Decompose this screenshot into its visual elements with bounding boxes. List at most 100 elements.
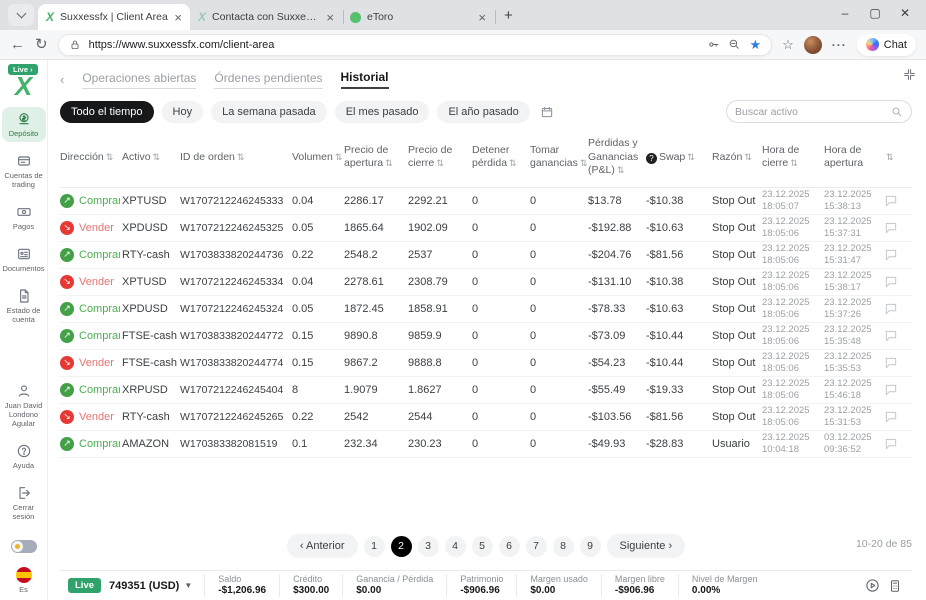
theme-toggle[interactable]: [11, 540, 37, 553]
column-header[interactable]: Pérdidas y Ganancias (P&L)⇅: [588, 137, 644, 178]
filter-pill[interactable]: El año pasado: [437, 101, 529, 123]
row-comment-button[interactable]: [884, 383, 912, 397]
password-key-icon[interactable]: [707, 38, 720, 51]
table-row[interactable]: Vender XPDUSD W1707212246245325 0.05 186…: [60, 215, 912, 242]
page-button[interactable]: 2: [391, 536, 412, 557]
browser-tab-contact[interactable]: X Contacta con SuxxessFX ×: [190, 4, 342, 30]
lock-icon[interactable]: [69, 39, 81, 51]
sidebar-item-deposito[interactable]: Depósito: [2, 107, 46, 142]
language-label[interactable]: Es: [19, 585, 28, 594]
play-circle-icon[interactable]: [865, 578, 880, 593]
sidebar-item-documentos[interactable]: Documentos: [2, 242, 46, 277]
sidebar-item-cerrar-sesion[interactable]: Cerrar sesión: [2, 481, 46, 525]
column-header[interactable]: ⇅: [884, 151, 912, 165]
filter-pill[interactable]: El mes pasado: [335, 101, 430, 123]
tab-operaciones-abiertas[interactable]: Operaciones abiertas: [82, 71, 196, 89]
back-button[interactable]: ←: [10, 37, 25, 52]
table-row[interactable]: Comprar AMAZON W170383382081519 0.1 232.…: [60, 431, 912, 458]
filter-pill[interactable]: Todo el tiempo: [60, 101, 154, 123]
address-bar[interactable]: https://www.suxxessfx.com/client-area ★: [58, 34, 773, 56]
bookmark-star-icon[interactable]: ★: [749, 38, 761, 51]
sidebar-item-cuentas-de-trading[interactable]: Cuentas de trading: [2, 149, 46, 193]
collapse-icon[interactable]: [903, 68, 916, 81]
page-button[interactable]: 4: [445, 536, 466, 557]
row-comment-button[interactable]: [884, 275, 912, 289]
previous-page-button[interactable]: ‹ Anterior: [287, 534, 358, 558]
row-comment-button[interactable]: [884, 248, 912, 262]
search-icon[interactable]: [891, 106, 903, 118]
column-header[interactable]: Detener pérdida⇅: [472, 144, 528, 171]
refresh-button[interactable]: ↻: [35, 37, 48, 52]
browser-tab-client-area[interactable]: X Suxxessfx | Client Area ×: [38, 4, 190, 30]
sidebar-item-ayuda[interactable]: Ayuda: [2, 439, 46, 474]
row-comment-button[interactable]: [884, 221, 912, 235]
page-button[interactable]: 7: [526, 536, 547, 557]
row-comment-button[interactable]: [884, 194, 912, 208]
calculator-icon[interactable]: [888, 579, 902, 593]
browser-menu-icon[interactable]: ···: [832, 38, 847, 52]
column-header[interactable]: ?Swap⇅: [646, 151, 710, 165]
table-row[interactable]: Vender RTY-cash W1707212246245265 0.22 2…: [60, 404, 912, 431]
suxxessfx-logo[interactable]: X: [15, 73, 32, 99]
column-header[interactable]: Volumen⇅: [292, 151, 342, 165]
tab-ordenes-pendientes[interactable]: Órdenes pendientes: [214, 71, 322, 89]
tab-close-icon[interactable]: ×: [478, 11, 486, 24]
back-chevron-icon[interactable]: ‹: [60, 72, 64, 87]
page-button[interactable]: 6: [499, 536, 520, 557]
row-comment-button[interactable]: [884, 302, 912, 316]
column-header[interactable]: Dirección⇅: [60, 151, 120, 165]
tab-historial[interactable]: Historial: [341, 70, 389, 89]
table-row[interactable]: Comprar FTSE-cash W1703833820244772 0.15…: [60, 323, 912, 350]
new-tab-button[interactable]: +: [504, 7, 513, 24]
filter-pill[interactable]: La semana pasada: [211, 101, 327, 123]
copilot-chat-button[interactable]: Chat: [857, 34, 916, 56]
zoom-out-icon[interactable]: [728, 38, 741, 51]
sidebar-item-estado-de-cuenta[interactable]: Estado de cuenta: [2, 284, 46, 328]
url-text[interactable]: https://www.suxxessfx.com/client-area: [89, 39, 700, 51]
column-header[interactable]: Hora de apertura: [824, 144, 882, 171]
column-header[interactable]: Activo⇅: [122, 151, 178, 165]
row-comment-button[interactable]: [884, 356, 912, 370]
row-comment-button[interactable]: [884, 329, 912, 343]
account-selector[interactable]: 749351 (USD) ▼: [101, 580, 204, 592]
calendar-icon[interactable]: [540, 105, 554, 119]
page-button[interactable]: 9: [580, 536, 601, 557]
row-comment-button[interactable]: [884, 410, 912, 424]
column-header[interactable]: Precio de apertura⇅: [344, 144, 406, 171]
chevron-down-icon: [16, 9, 26, 19]
filter-pill[interactable]: Hoy: [162, 101, 204, 123]
page-button[interactable]: 1: [364, 536, 385, 557]
page-button[interactable]: 8: [553, 536, 574, 557]
window-minimize-button[interactable]: –: [830, 0, 860, 26]
column-header[interactable]: Tomar ganancias⇅: [530, 144, 586, 171]
table-row[interactable]: Vender XPTUSD W1707212246245334 0.04 227…: [60, 269, 912, 296]
sidebar-item-user[interactable]: Juan David Londono Aguilar: [2, 379, 46, 432]
window-maximize-button[interactable]: ▢: [860, 0, 890, 26]
row-comment-button[interactable]: [884, 437, 912, 451]
tab-search-button[interactable]: [8, 4, 34, 26]
order-id-cell: W1703833820244772: [180, 330, 290, 342]
sidebar-item-pagos[interactable]: Pagos: [2, 200, 46, 235]
search-input[interactable]: [735, 106, 885, 118]
column-header[interactable]: Precio de cierre⇅: [408, 144, 470, 171]
column-header[interactable]: ID de orden⇅: [180, 151, 290, 165]
open-price-cell: 9890.8: [344, 330, 406, 342]
tab-close-icon[interactable]: ×: [174, 11, 182, 24]
browser-tab-etoro[interactable]: eToro ×: [342, 4, 494, 30]
page-button[interactable]: 3: [418, 536, 439, 557]
favorites-icon[interactable]: ☆: [782, 38, 794, 51]
table-row[interactable]: Comprar XPTUSD W1707212246245333 0.04 22…: [60, 188, 912, 215]
table-row[interactable]: Vender FTSE-cash W1703833820244774 0.15 …: [60, 350, 912, 377]
column-header[interactable]: Razón⇅: [712, 151, 760, 165]
table-row[interactable]: Comprar RTY-cash W1703833820244736 0.22 …: [60, 242, 912, 269]
table-row[interactable]: Comprar XPDUSD W1707212246245324 0.05 18…: [60, 296, 912, 323]
column-header[interactable]: Hora de cierre⇅: [762, 144, 822, 171]
table-row[interactable]: Comprar XRPUSD W1707212246245404 8 1.907…: [60, 377, 912, 404]
tab-close-icon[interactable]: ×: [326, 11, 334, 24]
page-button[interactable]: 5: [472, 536, 493, 557]
next-page-button[interactable]: Siguiente ›: [607, 534, 686, 558]
spain-flag-icon[interactable]: [16, 567, 32, 583]
window-close-button[interactable]: ✕: [890, 0, 920, 26]
profile-avatar[interactable]: [804, 36, 822, 54]
search-box[interactable]: [726, 100, 912, 123]
